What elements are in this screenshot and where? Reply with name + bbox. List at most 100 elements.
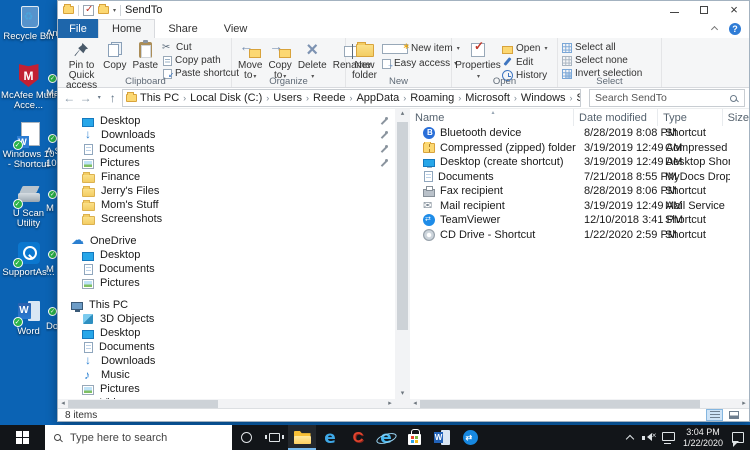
nav-item[interactable]: Music bbox=[58, 368, 395, 382]
speaker-muted-icon: × bbox=[642, 432, 656, 443]
file-explorer-taskbar-button[interactable] bbox=[288, 425, 316, 450]
nav-item[interactable]: Downloads bbox=[58, 128, 395, 142]
scroll-up-icon[interactable]: ▴ bbox=[401, 109, 405, 119]
internet-explorer-taskbar-button[interactable]: e bbox=[372, 425, 400, 450]
breadcrumb[interactable]: This PC › Local Disk (C:) › Users › bbox=[122, 89, 581, 107]
edit-button[interactable]: Edit bbox=[502, 57, 547, 68]
details-view-button[interactable] bbox=[706, 409, 723, 421]
column-header-date-modified[interactable]: Date modified bbox=[574, 109, 658, 126]
file-row[interactable]: Compressed (zipped) folder 3/19/2019 12:… bbox=[410, 141, 749, 156]
ccleaner-taskbar-button[interactable]: C bbox=[344, 425, 372, 450]
back-icon[interactable]: ← bbox=[62, 91, 76, 105]
teamviewer-taskbar-button[interactable] bbox=[456, 425, 484, 450]
action-center-button[interactable] bbox=[728, 425, 747, 450]
file-row[interactable]: CD Drive - Shortcut 1/22/2020 2:59 PM Sh… bbox=[410, 228, 749, 243]
file-row[interactable]: Bluetooth device 8/28/2019 8:08 PM Short… bbox=[410, 126, 749, 141]
nav-item[interactable]: Desktop bbox=[58, 326, 395, 340]
breadcrumb-segment[interactable]: Roaming › bbox=[407, 92, 462, 104]
scroll-down-icon[interactable]: ▾ bbox=[401, 389, 405, 399]
close-button[interactable]: × bbox=[719, 1, 749, 19]
microsoft-store-taskbar-button[interactable] bbox=[400, 425, 428, 450]
nav-item[interactable]: Pictures bbox=[58, 156, 395, 170]
open-button[interactable]: Open bbox=[502, 42, 547, 55]
breadcrumb-segment[interactable]: SendTo › bbox=[574, 92, 581, 104]
breadcrumb-segment[interactable]: This PC › bbox=[137, 92, 187, 104]
task-view-button[interactable] bbox=[260, 425, 288, 450]
nav-item[interactable]: Pictures bbox=[58, 276, 395, 290]
paste-button[interactable]: Paste bbox=[130, 40, 160, 71]
volume-muted-button[interactable]: × bbox=[640, 425, 659, 450]
cortana-button[interactable] bbox=[232, 425, 260, 450]
new-folder-button[interactable]: New folder bbox=[350, 40, 379, 81]
nav-item[interactable]: OneDrive bbox=[58, 234, 395, 248]
new-item-button[interactable]: New item bbox=[381, 42, 460, 55]
minimize-button[interactable] bbox=[659, 1, 689, 19]
copy-button[interactable]: Copy bbox=[101, 40, 128, 71]
file-row[interactable]: Fax recipient 8/28/2019 8:06 PM Shortcut bbox=[410, 184, 749, 199]
scrollbar-thumb[interactable] bbox=[397, 122, 408, 330]
nav-item[interactable]: Downloads bbox=[58, 354, 395, 368]
nav-item-icon bbox=[82, 188, 95, 197]
customize-qat-chevron-icon[interactable]: ▾ bbox=[113, 7, 116, 14]
nav-item[interactable]: Desktop bbox=[58, 248, 395, 262]
properties-qat-icon[interactable] bbox=[83, 5, 94, 16]
breadcrumb-segment[interactable]: AppData › bbox=[353, 92, 407, 104]
nav-item[interactable]: This PC bbox=[58, 298, 395, 312]
select-none-button[interactable]: Select none bbox=[562, 55, 642, 66]
nav-item[interactable]: Jerry's Files bbox=[58, 184, 395, 198]
taskbar-search-input[interactable] bbox=[70, 432, 223, 444]
start-button[interactable] bbox=[0, 425, 45, 450]
select-all-button[interactable]: Select all bbox=[562, 42, 642, 53]
scrollbar-thumb[interactable] bbox=[420, 400, 700, 408]
select-all-icon bbox=[562, 43, 572, 53]
ccleaner-icon: C bbox=[353, 429, 364, 446]
new-folder-qat-icon[interactable] bbox=[98, 6, 109, 14]
up-icon[interactable]: ↑ bbox=[106, 91, 120, 105]
tab-share[interactable]: Share bbox=[155, 19, 210, 38]
nav-item[interactable]: Desktop bbox=[58, 114, 395, 128]
breadcrumb-segment[interactable]: Microsoft › bbox=[462, 92, 518, 104]
breadcrumb-segment[interactable]: Reede › bbox=[310, 92, 353, 104]
breadcrumb-segment[interactable]: Users › bbox=[270, 92, 310, 104]
file-row[interactable]: Mail recipient 3/19/2019 12:49 AM Mail S… bbox=[410, 199, 749, 214]
forward-icon[interactable]: → bbox=[78, 91, 92, 105]
nav-item[interactable]: Screenshots bbox=[58, 212, 395, 226]
help-icon[interactable]: ? bbox=[729, 23, 741, 35]
maximize-button[interactable] bbox=[689, 1, 719, 19]
file-row[interactable]: TeamViewer 12/10/2018 3:41 PM Shortcut bbox=[410, 213, 749, 228]
nav-item[interactable]: Pictures bbox=[58, 382, 395, 396]
taskbar-search-box[interactable] bbox=[45, 425, 232, 450]
cut-button[interactable]: Cut bbox=[162, 42, 239, 53]
tab-file[interactable]: File bbox=[58, 19, 98, 38]
collapse-ribbon-icon[interactable] bbox=[711, 26, 718, 33]
breadcrumb-segment[interactable]: Windows › bbox=[518, 92, 574, 104]
tab-home[interactable]: Home bbox=[98, 19, 155, 38]
breadcrumb-segment[interactable]: Local Disk (C:) › bbox=[187, 92, 270, 104]
search-input[interactable] bbox=[595, 92, 730, 104]
recent-locations-chevron-icon[interactable]: ▾ bbox=[95, 91, 104, 105]
copy-path-button[interactable]: Copy path bbox=[162, 55, 239, 66]
file-row[interactable]: Desktop (create shortcut) 3/19/2019 12:4… bbox=[410, 155, 749, 170]
vertical-scrollbar[interactable]: ▴ ▾ bbox=[395, 109, 410, 399]
large-icons-view-button[interactable] bbox=[725, 409, 742, 421]
show-hidden-icons-button[interactable] bbox=[621, 425, 640, 450]
file-date-modified: 3/19/2019 12:49 AM bbox=[578, 200, 664, 212]
nav-item[interactable]: Documents bbox=[58, 142, 395, 156]
column-header-name[interactable]: ▴Name bbox=[410, 109, 574, 126]
nav-item[interactable]: Mom's Stuff bbox=[58, 198, 395, 212]
column-header-size[interactable]: Size bbox=[723, 109, 749, 126]
scrollbar-thumb[interactable] bbox=[68, 400, 218, 408]
nav-item[interactable]: Documents bbox=[58, 340, 395, 354]
word-taskbar-button[interactable] bbox=[428, 425, 456, 450]
tab-view[interactable]: View bbox=[211, 19, 261, 38]
column-header-type[interactable]: Type bbox=[658, 109, 723, 126]
clock[interactable]: 3:04 PM 1/22/2020 bbox=[678, 427, 728, 448]
file-row[interactable]: Documents 7/21/2018 8:55 PM MyDocs Drop … bbox=[410, 170, 749, 185]
nav-item[interactable]: 3D Objects bbox=[58, 312, 395, 326]
search-box[interactable] bbox=[589, 89, 745, 107]
edge-taskbar-button[interactable]: e bbox=[316, 425, 344, 450]
easy-access-button[interactable]: Easy access bbox=[381, 57, 460, 70]
nav-item[interactable]: Documents bbox=[58, 262, 395, 276]
network-button[interactable] bbox=[659, 425, 678, 450]
nav-item[interactable]: Finance bbox=[58, 170, 395, 184]
